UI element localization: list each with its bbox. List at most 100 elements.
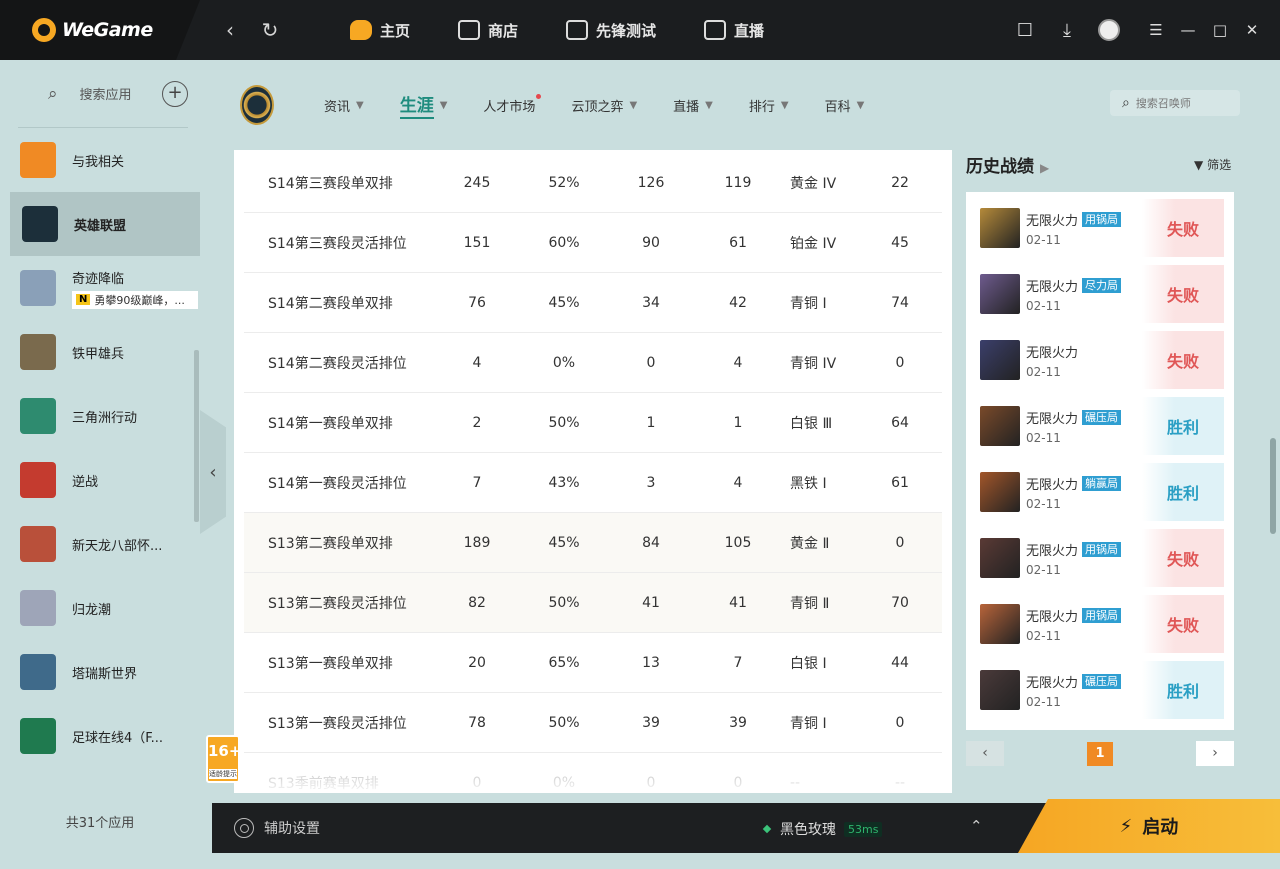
cell-losses: 7 xyxy=(733,654,743,671)
match-mode-label: 无限火力 xyxy=(1026,543,1079,559)
match-result: 失败 xyxy=(1142,331,1224,389)
server-selector[interactable]: 黑色玫瑰 53ms xyxy=(762,819,883,839)
champion-avatar xyxy=(980,274,1020,314)
cell-season: S13第一赛段单双排 xyxy=(268,655,393,672)
close-icon[interactable]: ✕ xyxy=(1236,21,1268,39)
launch-button[interactable]: ⚡ 启动 xyxy=(1018,799,1280,853)
sidebar-game-item[interactable]: 与我相关 xyxy=(0,128,200,192)
promo-text: 勇攀90级巅峰，... xyxy=(94,293,185,307)
assist-settings-button[interactable]: 辅助设置 xyxy=(234,818,320,838)
page-scrollbar[interactable] xyxy=(1270,438,1276,534)
match-item[interactable]: 无限火力 碾压局 02-11 胜利 xyxy=(974,396,1224,456)
sidebar-item-label: 逆战 xyxy=(72,474,99,490)
match-item[interactable]: 无限火力 用锅局 02-11 失败 xyxy=(974,198,1224,258)
cell-points: 74 xyxy=(891,294,909,311)
sidebar-game-item[interactable]: 足球在线4（F... xyxy=(0,704,200,768)
champion-avatar xyxy=(980,406,1020,446)
match-mode: 无限火力 用锅局 xyxy=(1026,606,1142,625)
cell-winrate: 52% xyxy=(548,174,580,191)
back-icon[interactable]: ‹ xyxy=(210,18,250,42)
match-info: 无限火力 尽力局 02-11 xyxy=(1026,276,1142,313)
user-avatar[interactable] xyxy=(1098,19,1120,41)
match-date: 02-11 xyxy=(1026,430,1061,445)
current-page[interactable]: 1 xyxy=(1087,742,1113,766)
sidebar-scrollbar[interactable] xyxy=(194,350,199,522)
lol-nav-item[interactable]: 资讯 ▼ xyxy=(324,96,364,115)
sidebar-item-promo[interactable]: N 勇攀90级巅峰，... xyxy=(72,290,198,309)
match-info: 无限火力 02-11 xyxy=(1026,342,1142,379)
download-icon[interactable]: ⤓ xyxy=(1046,20,1088,41)
match-mode-label: 无限火力 xyxy=(1026,279,1079,295)
summoner-search-input[interactable]: ⌕ 搜索召唤师 xyxy=(1110,90,1240,116)
collapse-sidebar-button[interactable]: ‹ xyxy=(200,410,226,534)
match-result: 胜利 xyxy=(1142,661,1224,719)
match-item[interactable]: 无限火力 躺赢局 02-11 胜利 xyxy=(974,462,1224,522)
match-item[interactable]: 无限火力 用锅局 02-11 失败 xyxy=(974,528,1224,588)
inbox-icon[interactable]: ☐ xyxy=(1004,20,1046,41)
match-mode: 无限火力 xyxy=(1026,342,1142,361)
prev-page-button[interactable]: ‹ xyxy=(966,741,1004,766)
lol-nav-item[interactable]: 直播 ▼ xyxy=(673,96,713,115)
chevron-down-icon: ▼ xyxy=(705,99,713,111)
topnav-item[interactable]: 直播 xyxy=(704,20,764,41)
match-item[interactable]: 无限火力 用锅局 02-11 失败 xyxy=(974,594,1224,654)
lol-nav-item[interactable]: 云顶之弈 ▼ xyxy=(571,96,637,115)
lol-nav-item[interactable]: 百科 ▼ xyxy=(825,96,865,115)
topnav-item[interactable]: 先锋测试 xyxy=(566,20,656,41)
topnav-item[interactable]: 商店 xyxy=(458,20,518,41)
match-mode-label: 无限火力 xyxy=(1026,345,1079,361)
match-tag: 尽力局 xyxy=(1082,277,1122,293)
table-row[interactable]: S13第一赛段单双排 20 65% 13 7 白银 Ⅰ 44 xyxy=(244,633,942,693)
sidebar-game-item[interactable]: 奇迹降临 N 勇攀90级巅峰，... xyxy=(0,256,200,320)
add-app-button[interactable]: + xyxy=(162,80,188,107)
table-row[interactable]: S14第一赛段单双排 2 50% 1 1 白银 Ⅲ 64 xyxy=(244,393,942,453)
sidebar-game-item[interactable]: 逆战 xyxy=(0,448,200,512)
match-item[interactable]: 无限火力 尽力局 02-11 失败 xyxy=(974,264,1224,324)
table-row[interactable]: S14第二赛段灵活排位 4 0% 0 4 青铜 IV 0 xyxy=(244,333,942,393)
table-row[interactable]: S13第二赛段单双排 189 45% 84 105 黄金 Ⅱ 0 xyxy=(244,513,942,573)
table-row[interactable]: S13第二赛段灵活排位 82 50% 41 41 青铜 Ⅱ 70 xyxy=(244,573,942,633)
minimize-icon[interactable]: — xyxy=(1172,21,1204,39)
history-title[interactable]: 历史战绩 ▶ xyxy=(966,152,1049,177)
gamepad-icon xyxy=(20,142,56,178)
lol-nav-item[interactable]: 生涯 ▼ xyxy=(399,91,447,119)
table-row[interactable]: S14第一赛段灵活排位 7 43% 3 4 黑铁 Ⅰ 61 xyxy=(244,453,942,513)
lol-logo-icon[interactable] xyxy=(240,85,274,125)
cell-rank: 黄金 IV xyxy=(790,175,837,192)
cell-wins: 126 xyxy=(637,174,665,191)
sidebar-item-text: 塔瑞斯世界 xyxy=(72,663,137,682)
filter-button[interactable]: ▼ 筛选 xyxy=(1194,156,1231,173)
sidebar-game-item[interactable]: 铁甲雄兵 xyxy=(0,320,200,384)
refresh-icon[interactable]: ↻ xyxy=(250,18,290,42)
cell-points: 0 xyxy=(895,534,905,551)
guilong-icon xyxy=(20,590,56,626)
next-page-button[interactable]: › xyxy=(1196,741,1234,766)
lol-nav-item[interactable]: 排行 ▼ xyxy=(749,96,789,115)
lol-nav-label: 百科 xyxy=(824,99,851,115)
sidebar-game-item[interactable]: 新天龙八部怀... xyxy=(0,512,200,576)
chevron-right-icon: ▶ xyxy=(1040,161,1050,175)
lol-nav-item[interactable]: 人才市场 xyxy=(483,93,542,115)
chevron-up-icon[interactable]: ⌃ xyxy=(970,817,983,835)
summoner-search-placeholder: 搜索召唤师 xyxy=(1135,97,1191,110)
match-item[interactable]: 无限火力 碾压局 02-11 胜利 xyxy=(974,660,1224,720)
sidebar-game-item[interactable]: 塔瑞斯世界 xyxy=(0,640,200,704)
table-row[interactable]: S13第一赛段灵活排位 78 50% 39 39 青铜 Ⅰ 0 xyxy=(244,693,942,753)
sidebar-game-item[interactable]: 归龙潮 xyxy=(0,576,200,640)
wegame-logo[interactable]: WeGame xyxy=(0,0,200,60)
age-rating-badge[interactable]: 16+ 适龄提示 xyxy=(206,735,241,783)
maximize-icon[interactable]: □ xyxy=(1204,21,1236,39)
table-row[interactable]: S14第三赛段单双排 245 52% 126 119 黄金 IV 22 xyxy=(244,153,942,213)
table-row[interactable]: S14第二赛段单双排 76 45% 34 42 青铜 Ⅰ 74 xyxy=(244,273,942,333)
app-search[interactable]: ⌕ 搜索应用 + xyxy=(18,60,188,128)
match-item[interactable]: 无限火力 02-11 失败 xyxy=(974,330,1224,390)
lol-nav-label: 直播 xyxy=(673,99,700,115)
chevron-left-icon: ‹ xyxy=(209,461,217,483)
sidebar-game-item[interactable]: 三角洲行动 xyxy=(0,384,200,448)
search-icon: ⌕ xyxy=(48,83,58,104)
table-row[interactable]: S14第三赛段灵活排位 151 60% 90 61 铂金 IV 45 xyxy=(244,213,942,273)
menu-icon[interactable]: ☰ xyxy=(1140,21,1172,39)
sidebar-game-item[interactable]: 英雄联盟 xyxy=(10,192,200,256)
sidebar-item-label: 奇迹降临 xyxy=(72,271,125,287)
topnav-item[interactable]: 主页 xyxy=(350,20,410,41)
